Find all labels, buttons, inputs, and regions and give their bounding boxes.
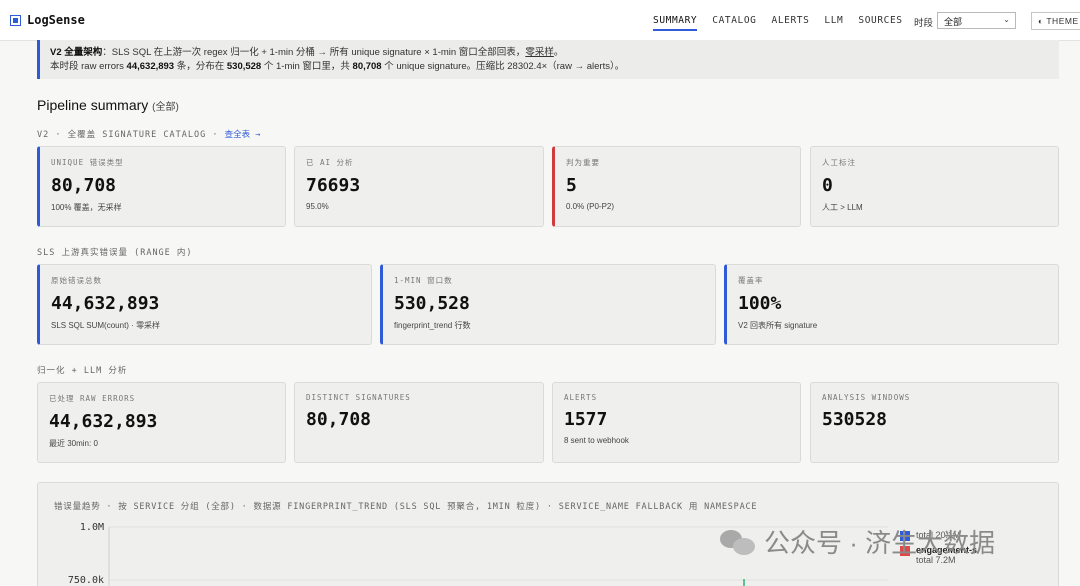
tab-sources[interactable]: SOURCES: [858, 0, 902, 41]
logo-square-icon: [10, 14, 21, 26]
stat-value: 44,632,893: [49, 411, 158, 432]
stat-card-manual-labels: 人工标注 0 人工 > LLM: [810, 146, 1059, 227]
stat-card-important: 判为重要 5 0.0% (P0-P2): [552, 146, 801, 227]
stat-value: 100%: [738, 293, 782, 314]
stat-card-coverage: 覆盖率 100% V2 回表所有 signature: [724, 264, 1059, 345]
top-bar: LogSense SUMMARY CATALOG ALERTS LLM SOUR…: [0, 0, 1080, 41]
stat-value: 80,708: [306, 409, 372, 430]
stat-note: 100% 覆盖，无采样: [51, 203, 122, 212]
theme-toggle-button[interactable]: ◐ THEME: [1031, 12, 1080, 30]
view-full-table-link[interactable]: 查全表 →: [225, 130, 261, 140]
stat-label: 已处理 RAW ERRORS: [49, 394, 136, 403]
architecture-notice: V2 全量架构：SLS SQL 在上游一次 regex 归一化 + 1-min …: [37, 40, 1059, 79]
range-select[interactable]: 全部 ⌄: [937, 12, 1016, 29]
notice-signature-count: 80,708: [352, 61, 382, 72]
tab-alerts[interactable]: ALERTS: [772, 0, 810, 41]
stat-label: 1-MIN 窗口数: [394, 276, 453, 285]
sls-caption: SLS 上游真实错误量 (RANGE 内): [37, 248, 193, 258]
notice-end: 。: [553, 47, 564, 58]
stat-label: 原始错误总数: [51, 276, 102, 285]
stat-value: 0: [822, 175, 833, 196]
notice-window-count: 530,528: [226, 61, 262, 72]
notice-text: 个 1-min 窗口里，共: [261, 61, 353, 72]
stat-label: 判为重要: [566, 158, 600, 167]
stat-card-analysis-windows: ANALYSIS WINDOWS 530528: [810, 382, 1059, 463]
stat-value: 80,708: [51, 175, 117, 196]
stat-note: 0.0% (P0-P2): [566, 202, 615, 211]
stat-note: fingerprint_trend 行数: [394, 321, 471, 330]
page-title-text: Pipeline summary: [37, 97, 149, 113]
stat-card-processed-errors: 已处理 RAW ERRORS 44,632,893 最近 30min: 0: [37, 382, 286, 463]
main-nav: SUMMARY CATALOG ALERTS LLM SOURCES: [653, 0, 918, 41]
stat-label: 已 AI 分析: [306, 158, 354, 167]
catalog-caption-text: V2 · 全覆盖 SIGNATURE CATALOG ·: [37, 130, 225, 140]
notice-text: 条，分布在: [174, 61, 227, 72]
stat-label: ALERTS: [564, 393, 598, 402]
zero-sampling-link[interactable]: 零采样: [525, 47, 554, 58]
notice-body: ：SLS SQL 在上游一次 regex 归一化 + 1-min 分桶 → 所有…: [102, 47, 526, 58]
stat-value: 1577: [564, 409, 608, 430]
stat-card-ai-analyzed: 已 AI 分析 76693 95.0%: [294, 146, 544, 227]
stat-label: 人工标注: [822, 158, 856, 167]
notice-title: V2 全量架构: [50, 47, 103, 58]
range-label: 时段: [914, 18, 934, 29]
tab-catalog[interactable]: CATALOG: [712, 0, 756, 41]
page-title-range: (全部): [152, 102, 179, 113]
brand[interactable]: LogSense: [10, 13, 85, 27]
stat-card-windows: 1-MIN 窗口数 530,528 fingerprint_trend 行数: [380, 264, 716, 345]
notice-line-1: V2 全量架构：SLS SQL 在上游一次 regex 归一化 + 1-min …: [50, 46, 1049, 60]
notice-line-2: 本时段 raw errors 44,632,893 条，分布在 530,528 …: [50, 60, 1049, 74]
tab-llm[interactable]: LLM: [824, 0, 843, 41]
page-title: Pipeline summary (全部): [37, 97, 179, 113]
notice-raw-count: 44,632,893: [126, 61, 175, 72]
y-tick-label: 750.0k: [68, 575, 104, 586]
stat-note: 95.0%: [306, 202, 329, 211]
stat-value: 530,528: [394, 293, 470, 314]
watermark: 公众号 · 济生大数据: [720, 523, 995, 560]
stat-value: 5: [566, 175, 577, 196]
stat-note: 8 sent to webhook: [564, 436, 629, 445]
stat-value: 76693: [306, 175, 361, 196]
watermark-text: 公众号 · 济生大数据: [764, 528, 996, 558]
llm-caption: 归一化 + LLM 分析: [37, 366, 128, 376]
stat-card-alerts: ALERTS 1577 8 sent to webhook: [552, 382, 801, 463]
stat-label: 覆盖率: [738, 276, 764, 285]
chevron-down-icon: ⌄: [1003, 15, 1010, 24]
theme-label: THEME: [1046, 16, 1079, 26]
stat-value: 44,632,893: [51, 293, 160, 314]
notice-text: 个 unique signature。压缩比 28302.4×（raw → al…: [381, 61, 625, 72]
stat-label: DISTINCT SIGNATURES: [306, 393, 411, 402]
app-name: LogSense: [27, 13, 85, 27]
y-tick-label: 1.0M: [80, 522, 104, 533]
stat-note: V2 回表所有 signature: [738, 321, 818, 330]
stat-card-unique-types: UNIQUE 错误类型 80,708 100% 覆盖，无采样: [37, 146, 286, 227]
catalog-caption: V2 · 全覆盖 SIGNATURE CATALOG · 查全表 →: [37, 128, 260, 140]
stat-note: 人工 > LLM: [822, 203, 863, 212]
stat-note: 最近 30min: 0: [49, 439, 98, 448]
range-select-value: 全部: [944, 17, 963, 27]
stat-label: ANALYSIS WINDOWS: [822, 393, 911, 402]
stat-note: SLS SQL SUM(count) · 零采样: [51, 321, 161, 330]
tab-summary[interactable]: SUMMARY: [653, 0, 698, 41]
notice-text: 本时段 raw errors: [50, 61, 127, 72]
stat-value: 530528: [822, 409, 888, 430]
stat-label: UNIQUE 错误类型: [51, 158, 124, 167]
half-circle-icon: ◐: [1038, 16, 1044, 26]
wechat-icon: [720, 528, 756, 556]
stat-card-raw-errors: 原始错误总数 44,632,893 SLS SQL SUM(count) · 零…: [37, 264, 372, 345]
stat-card-distinct-signatures: DISTINCT SIGNATURES 80,708: [294, 382, 544, 463]
